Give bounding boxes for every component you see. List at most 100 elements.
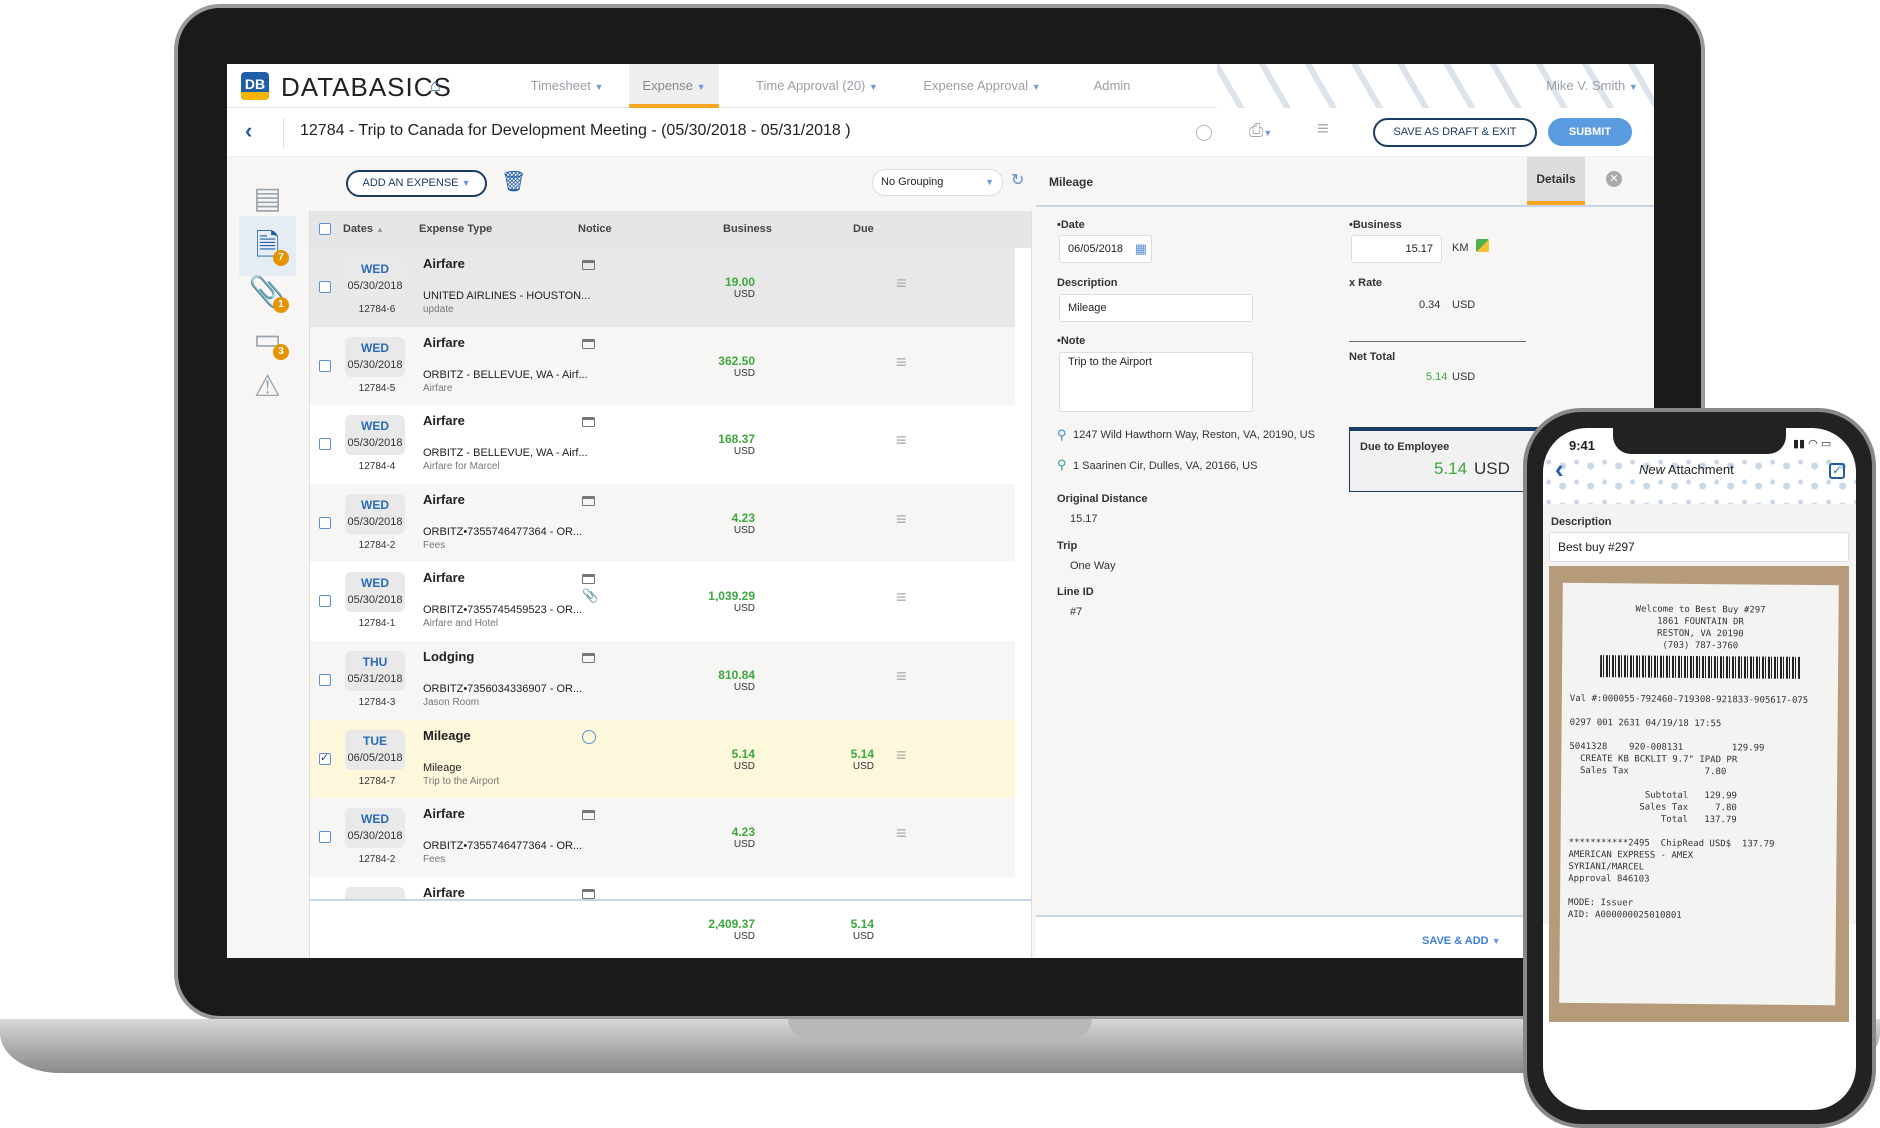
divider: [1349, 341, 1526, 342]
line-id: 12784-6: [358, 304, 396, 315]
receipt-line: Approval 846103: [1568, 873, 1650, 885]
weekday: TUE: [363, 733, 387, 748]
credit-card-icon: [582, 888, 595, 899]
destination-address: 1 Saarinen Cir, Dulles, VA, 20166, US: [1073, 460, 1258, 472]
table-row[interactable]: ✓ TUE 06/05/2018 12784-7 Mileage Mileage Trip …: [310, 719, 1015, 799]
expense-note: Jason Room: [423, 697, 480, 708]
row-checkbox[interactable]: [319, 281, 331, 293]
header-expense-type[interactable]: Expense Type: [419, 211, 492, 248]
row-checkbox[interactable]: [319, 831, 331, 844]
business-currency: USD: [733, 760, 755, 772]
date-value: 06/05/2018: [1068, 243, 1124, 255]
chevron-down-icon: ▼: [1628, 82, 1638, 92]
row-checkbox[interactable]: [319, 359, 331, 372]
add-expense-button[interactable]: ADD AN EXPENSE ▼: [346, 170, 487, 197]
row-menu-icon[interactable]: ≡: [896, 430, 907, 451]
brand-name[interactable]: DATABASICS: [281, 72, 452, 103]
calendar-icon[interactable]: ▦: [1135, 236, 1147, 262]
row-checkbox[interactable]: [319, 438, 331, 451]
save-draft-exit-button[interactable]: SAVE AS DRAFT & EXIT: [1373, 118, 1537, 147]
row-menu-icon[interactable]: ≡: [896, 587, 907, 608]
home-icon[interactable]: ⌂: [430, 75, 441, 96]
nav-expense[interactable]: Expense ▼: [629, 64, 719, 108]
credit-card-icon: [582, 260, 595, 270]
note-textarea[interactable]: Trip to the Airport: [1059, 352, 1253, 412]
nav-time-approval[interactable]: Time Approval (20) ▼: [747, 64, 887, 108]
expense-type: Airfare: [423, 334, 465, 350]
nav-timesheet[interactable]: Timesheet ▼: [517, 64, 617, 108]
grouping-select[interactable]: No Grouping ▼: [872, 169, 1003, 196]
table-row[interactable]: WED 05/30/2018 12784-5 Airfare ORBITZ - BELL…: [310, 326, 1015, 406]
nav-admin[interactable]: Admin: [1077, 64, 1147, 108]
refresh-icon[interactable]: ↻: [1011, 170, 1024, 190]
header-dates[interactable]: Dates ▲: [343, 211, 384, 248]
row-menu-icon[interactable]: ≡: [896, 509, 907, 530]
table-row[interactable]: Airfare: [310, 876, 1015, 899]
row-checkbox[interactable]: [319, 674, 331, 686]
receipt-photo: Welcome to Best Buy #297 1861 FOUNTAIN DR…: [1549, 566, 1849, 1022]
row-menu-icon[interactable]: ≡: [896, 352, 907, 373]
confirm-check-icon[interactable]: ✓: [1829, 463, 1845, 479]
table-row[interactable]: WED 05/30/2018 12784-4 Airfare ORBITZ - BELL…: [310, 405, 1015, 485]
phone-title: New Attachment: [1639, 462, 1734, 477]
table-row[interactable]: THU 05/31/2018 12784-3 Lodging ORBITZ•735603…: [310, 641, 1015, 720]
laptop-hinge: [788, 1019, 1092, 1039]
nav-expense-approval[interactable]: Expense Approval ▼: [917, 64, 1047, 108]
date-label: •Date: [1057, 219, 1085, 231]
business-amount: 362.50: [718, 353, 755, 368]
tab-details[interactable]: Details: [1527, 157, 1585, 205]
user-menu[interactable]: Mike V. Smith ▼: [1537, 64, 1647, 108]
header-notice[interactable]: Notice: [578, 211, 612, 248]
comment-icon[interactable]: ◯: [1195, 122, 1213, 142]
header-due[interactable]: Due: [853, 211, 874, 248]
expense-note: Trip to the Airport: [423, 775, 500, 787]
business-currency: USD: [733, 603, 755, 615]
hamburger-menu-icon[interactable]: ≡: [1317, 118, 1329, 141]
expense-description: ORBITZ•7355746477364 - OR...: [423, 840, 583, 853]
select-all-checkbox[interactable]: [319, 223, 331, 235]
expense-note: Airfare: [423, 382, 453, 394]
phone-screen: 9:41 ▮▮ ◠ ▭ ‹ New Attachment ✓ Descripti…: [1543, 428, 1856, 1110]
save-and-add-button[interactable]: SAVE & ADD ▼: [1422, 935, 1501, 947]
receipt-line: Val #:000055-792460-719308-921833-905617…: [1569, 693, 1809, 706]
map-icon[interactable]: [1476, 239, 1489, 252]
row-checkbox[interactable]: ✓: [319, 752, 331, 765]
row-menu-icon[interactable]: ≡: [896, 273, 907, 294]
table-body: WED 05/30/2018 12784-6 Airfare UNITED AIRLIN…: [310, 248, 1031, 899]
description-input[interactable]: Mileage: [1059, 294, 1253, 322]
date-badge: WED 05/30/2018: [345, 336, 405, 377]
save-add-label: SAVE & ADD: [1422, 935, 1489, 947]
back-icon[interactable]: ‹: [1555, 454, 1564, 485]
table-row[interactable]: WED 05/30/2018 12784-6 Airfare UNITED AIRLIN…: [310, 248, 1015, 327]
close-icon[interactable]: ✕: [1606, 171, 1622, 187]
sidebar-item-warning[interactable]: ⚠: [227, 357, 308, 417]
app-window: DB DATABASICS ⌂ Timesheet ▼ Expense ▼ Ti…: [227, 64, 1654, 958]
expense-description: ORBITZ - BELLEVUE, WA - Airf...: [423, 447, 588, 460]
user-name: Mike V. Smith: [1546, 78, 1626, 93]
submit-button[interactable]: SUBMIT: [1548, 118, 1632, 146]
date-input[interactable]: 06/05/2018 ▦: [1059, 235, 1152, 263]
table-row[interactable]: WED 05/30/2018 12784-1 Airfare ORBITZ•735574…: [310, 562, 1015, 642]
print-icon[interactable]: ⎙▼: [1249, 120, 1272, 141]
due-label: Due to Employee: [1360, 441, 1450, 453]
row-menu-icon[interactable]: ≡: [896, 823, 907, 844]
table-row[interactable]: WED 05/30/2018 12784-2 Airfare ORBITZ•735574…: [310, 798, 1015, 878]
date-badge: WED 05/30/2018: [345, 572, 405, 613]
expense-note: Airfare and Hotel: [423, 618, 499, 630]
trash-icon[interactable]: 🗑: [501, 169, 526, 194]
business-amount: 4.23: [731, 510, 755, 525]
table-row[interactable]: WED 05/30/2018 12784-2 Airfare ORBITZ•735574…: [310, 483, 1015, 563]
weekday: WED: [361, 812, 389, 827]
back-icon[interactable]: ‹: [245, 118, 252, 144]
row-checkbox[interactable]: [319, 516, 331, 529]
row-menu-icon[interactable]: ≡: [896, 745, 907, 766]
business-currency: USD: [733, 524, 755, 536]
business-distance-input[interactable]: 15.17: [1351, 235, 1442, 263]
header-business[interactable]: Business: [723, 211, 772, 248]
row-menu-icon[interactable]: ≡: [896, 666, 907, 687]
line-id: 12784-7: [358, 775, 396, 787]
expense-type: Airfare: [423, 413, 465, 429]
row-checkbox[interactable]: [319, 595, 331, 608]
report-title: 12784 - Trip to Canada for Development M…: [300, 122, 851, 139]
phone-description-input[interactable]: Best buy #297: [1549, 532, 1849, 562]
